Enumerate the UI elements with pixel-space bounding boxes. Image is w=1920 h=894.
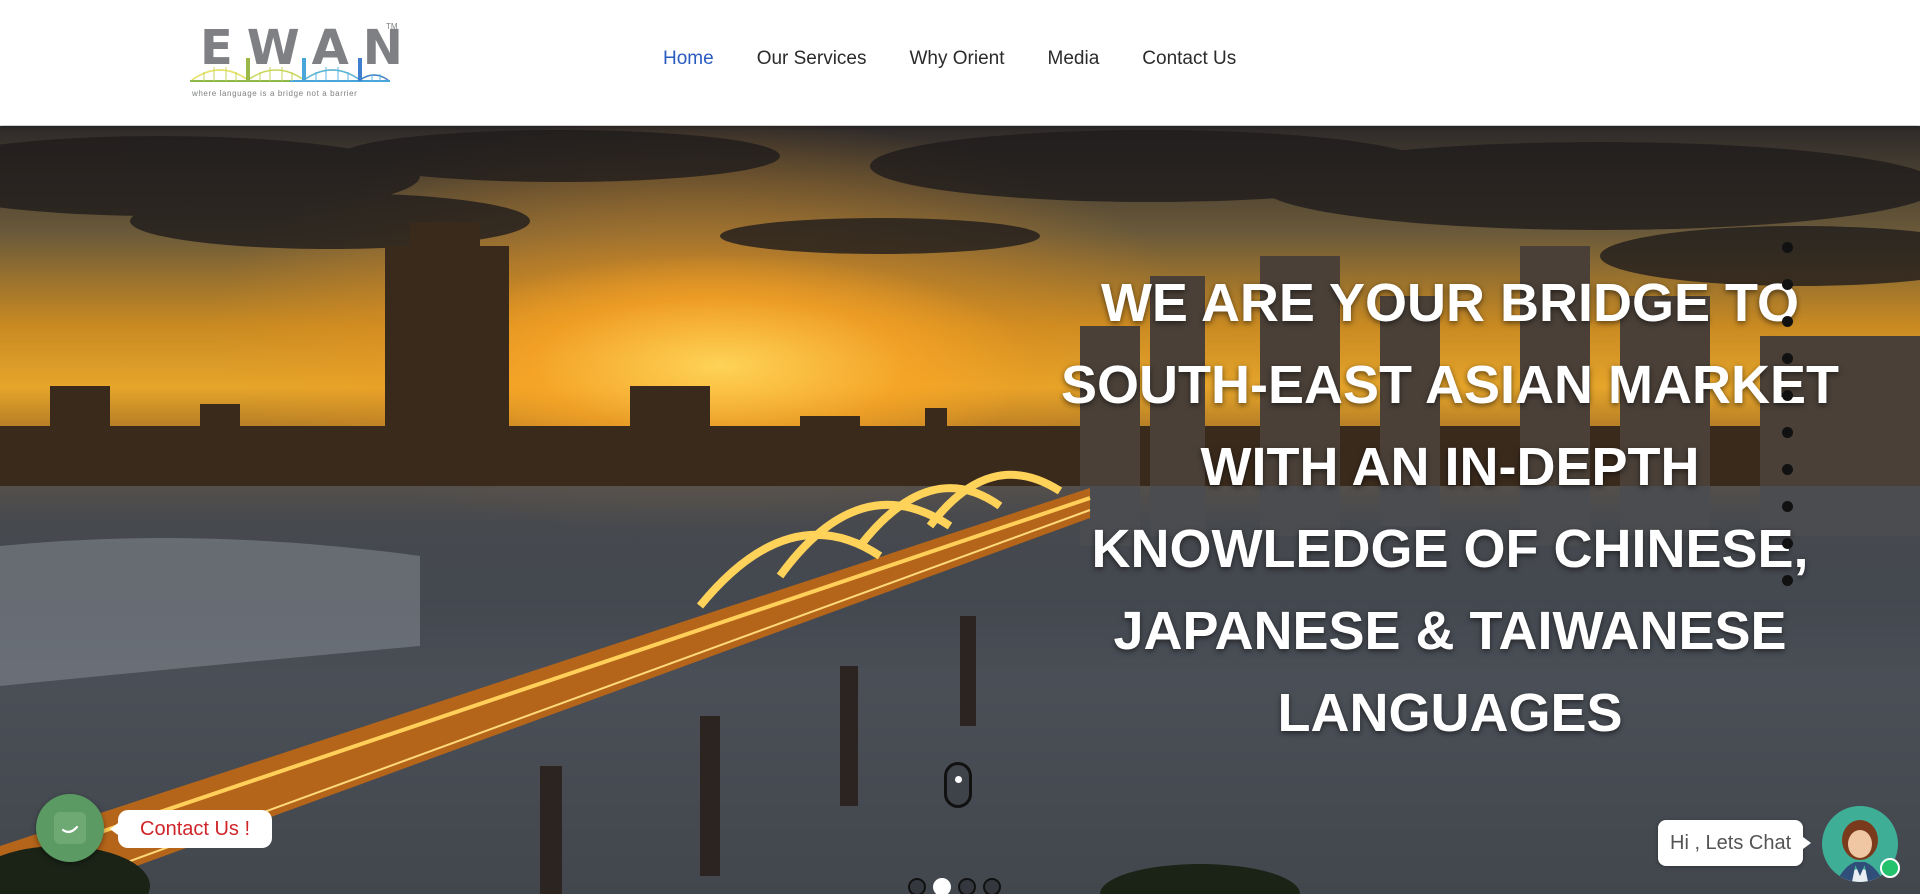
dot-icon [1782,427,1793,438]
mouse-wheel-icon [955,776,962,783]
side-decoration-dots [1782,242,1794,612]
hero-slider: WE ARE YOUR BRIDGE TO SOUTH-EAST ASIAN M… [0,126,1920,894]
headline-line: LANGUAGES [1277,683,1623,744]
chat-window-icon [54,812,86,844]
contact-button[interactable] [36,794,104,862]
nav-our-services[interactable]: Our Services [757,48,867,70]
ewan-logo[interactable]: EWAN TM where language is a bridge not a… [190,20,403,105]
dot-icon [1782,501,1793,512]
headline-line: JAPANESE & TAIWANESE [1113,601,1787,662]
slide-dot-4[interactable] [983,878,1001,894]
slide-dot-2[interactable] [933,878,951,894]
dot-icon [1782,390,1793,401]
main-nav: Home Our Services Why Orient Media Conta… [663,48,1279,70]
nav-why-orient[interactable]: Why Orient [910,48,1005,70]
bridge-logo-icon [190,58,390,82]
logo-trademark: TM [386,22,398,31]
slide-dot-1[interactable] [908,878,926,894]
headline-line: WITH AN IN-DEPTH [1200,437,1700,498]
headline-line: KNOWLEDGE OF CHINESE, [1091,519,1809,580]
slide-dot-3[interactable] [958,878,976,894]
scroll-down-mouse-icon[interactable] [944,762,972,808]
headline-line: SOUTH-EAST ASIAN MARKET [1061,355,1839,416]
dot-icon [1782,464,1793,475]
dot-icon [1782,575,1793,586]
chat-greeting[interactable]: Hi , Lets Chat [1658,820,1812,866]
nav-contact-us[interactable]: Contact Us [1142,48,1236,70]
contact-us-label[interactable]: Contact Us ! [109,810,273,848]
smile-icon [61,825,79,834]
hero-headline: WE ARE YOUR BRIDGE TO SOUTH-EAST ASIAN M… [1040,262,1860,754]
dot-icon [1782,538,1793,549]
slider-pagination [908,878,1001,894]
site-header: EWAN TM where language is a bridge not a… [0,0,1920,125]
dot-icon [1782,353,1793,364]
logo-tagline: where language is a bridge not a barrier [192,89,358,98]
online-status-dot [1880,858,1900,878]
dot-icon [1782,279,1793,290]
headline-line: WE ARE YOUR BRIDGE TO [1100,273,1800,334]
nav-home[interactable]: Home [663,48,714,70]
nav-media[interactable]: Media [1048,48,1100,70]
dot-icon [1782,242,1793,253]
dot-icon [1782,316,1793,327]
